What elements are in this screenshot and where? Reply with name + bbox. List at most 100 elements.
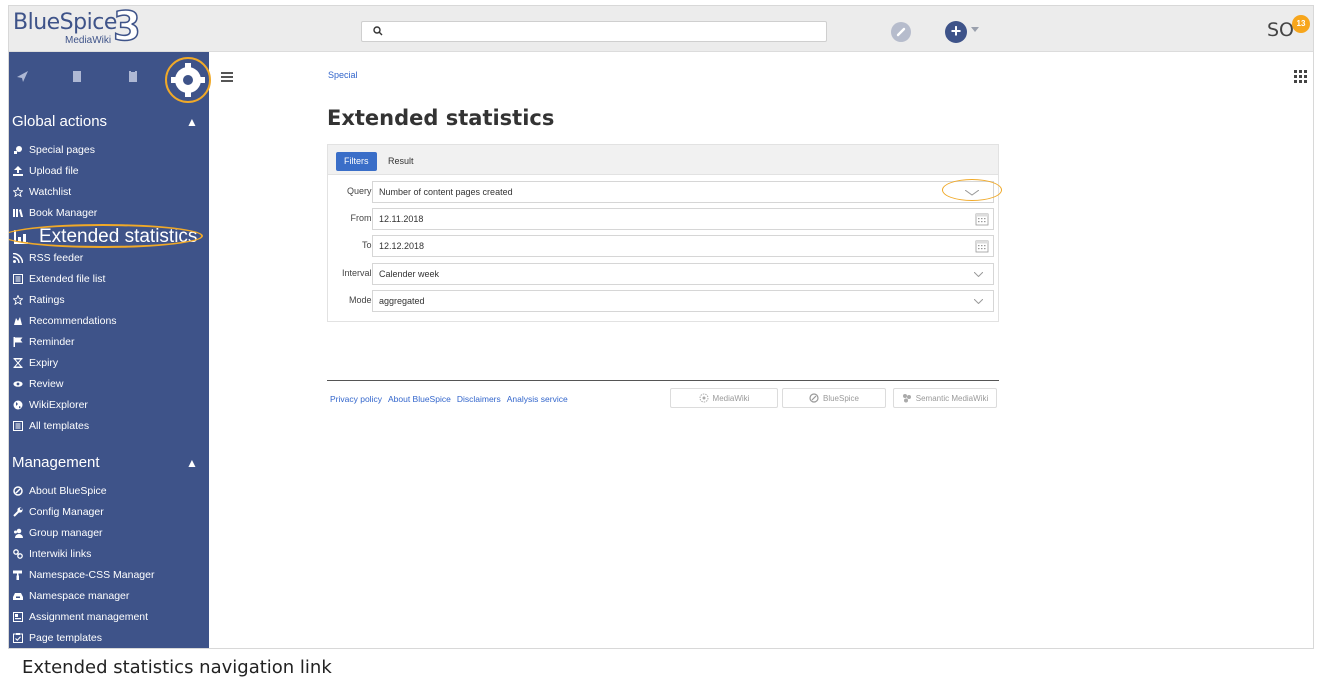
special-pages-icon bbox=[13, 145, 23, 155]
nav-rss-feeder[interactable]: RSS feeder bbox=[13, 249, 83, 267]
chevron-down-icon bbox=[974, 272, 983, 277]
query-select[interactable]: Number of content pages created bbox=[372, 181, 994, 203]
paint-roller-icon bbox=[13, 570, 23, 580]
chevron-down-icon[interactable] bbox=[971, 27, 979, 32]
calendar-icon[interactable] bbox=[975, 212, 989, 226]
chevron-up-icon[interactable]: ▲ bbox=[186, 115, 198, 129]
add-button[interactable]: + bbox=[945, 21, 967, 43]
mode-select[interactable]: aggregated bbox=[372, 290, 994, 312]
from-date-field[interactable]: 12.11.2018 bbox=[372, 208, 994, 230]
nav-all-templates[interactable]: All templates bbox=[13, 417, 89, 435]
query-value: Number of content pages created bbox=[379, 187, 513, 197]
navigation-icon[interactable] bbox=[15, 68, 31, 84]
to-value: 12.12.2018 bbox=[379, 241, 425, 251]
logo-version: 3 bbox=[112, 5, 141, 51]
nav-namespace-css-manager[interactable]: Namespace-CSS Manager bbox=[13, 566, 154, 584]
mode-row: Mode: aggregated bbox=[328, 290, 998, 312]
footer-link-analysis[interactable]: Analysis service bbox=[507, 394, 568, 404]
global-actions-heading[interactable]: Global actions bbox=[12, 113, 107, 130]
from-row: From: 12.11.2018 bbox=[328, 208, 998, 230]
gear-icon bbox=[171, 63, 205, 97]
interval-select[interactable]: Calender week bbox=[372, 263, 994, 285]
nav-upload-file[interactable]: Upload file bbox=[13, 162, 79, 180]
eye-icon bbox=[13, 379, 23, 389]
nav-label: About BlueSpice bbox=[29, 485, 107, 497]
nav-wikiexplorer[interactable]: WikiExplorer bbox=[13, 396, 88, 414]
tab-bar: Filters Result bbox=[328, 145, 998, 175]
globe-icon bbox=[13, 400, 23, 410]
thumb-icon bbox=[13, 316, 23, 326]
tab-global-actions[interactable] bbox=[165, 57, 211, 103]
star-icon bbox=[13, 187, 23, 197]
nav-watchlist[interactable]: Watchlist bbox=[13, 183, 71, 201]
nav-label: Ratings bbox=[29, 294, 65, 306]
nav-label: Reminder bbox=[29, 336, 75, 348]
chevron-up-icon[interactable]: ▲ bbox=[186, 456, 198, 470]
to-date-field[interactable]: 12.12.2018 bbox=[372, 235, 994, 257]
nav-label: Namespace manager bbox=[29, 590, 130, 602]
badge-label: MediaWiki bbox=[712, 393, 750, 403]
file-list-icon bbox=[13, 274, 23, 284]
calendar-icon[interactable] bbox=[975, 239, 989, 253]
nav-label: Expiry bbox=[29, 357, 59, 369]
nav-assignment-management[interactable]: Assignment management bbox=[13, 608, 148, 626]
nav-reminder[interactable]: Reminder bbox=[13, 333, 75, 351]
bluespice-icon bbox=[809, 393, 819, 403]
mediawiki-icon bbox=[699, 393, 709, 403]
nav-book-manager[interactable]: Book Manager bbox=[13, 204, 97, 222]
nav-namespace-manager[interactable]: Namespace manager bbox=[13, 587, 129, 605]
footer-links: Privacy policy About BlueSpice Disclaime… bbox=[330, 394, 568, 404]
menu-toggle-icon[interactable] bbox=[221, 72, 233, 82]
semantic-mediawiki-badge[interactable]: Semantic MediaWiki bbox=[893, 388, 997, 408]
bluespice-badge[interactable]: BlueSpice bbox=[782, 388, 886, 408]
rss-icon bbox=[13, 253, 23, 263]
search-input[interactable] bbox=[361, 21, 827, 42]
footer-link-disclaimers[interactable]: Disclaimers bbox=[457, 394, 501, 404]
upload-icon bbox=[13, 166, 23, 176]
nav-label: Namespace-CSS Manager bbox=[29, 569, 155, 581]
book-manager-icon bbox=[13, 208, 23, 218]
mode-label: Mode: bbox=[348, 295, 374, 305]
apps-grid-icon[interactable] bbox=[1294, 70, 1308, 84]
inbox-icon bbox=[13, 591, 23, 601]
nav-ratings[interactable]: Ratings bbox=[13, 291, 65, 309]
nav-extended-file-list[interactable]: Extended file list bbox=[13, 270, 105, 288]
nav-interwiki-links[interactable]: Interwiki links bbox=[13, 545, 91, 563]
mediawiki-badge[interactable]: MediaWiki bbox=[670, 388, 778, 408]
nav-recommendations[interactable]: Recommendations bbox=[13, 312, 117, 330]
breadcrumb[interactable]: Special bbox=[328, 70, 358, 80]
book-icon[interactable] bbox=[69, 68, 85, 84]
wrench-icon bbox=[13, 507, 23, 517]
nav-about-bluespice[interactable]: About BlueSpice bbox=[13, 482, 107, 500]
nav-label: Interwiki links bbox=[29, 548, 92, 560]
tab-filters[interactable]: Filters bbox=[336, 152, 377, 171]
nav-expiry[interactable]: Expiry bbox=[13, 354, 58, 372]
hourglass-icon bbox=[13, 358, 23, 368]
footer-link-about[interactable]: About BlueSpice bbox=[388, 394, 451, 404]
nav-config-manager[interactable]: Config Manager bbox=[13, 503, 104, 521]
nav-label: Extended file list bbox=[29, 273, 106, 285]
from-value: 12.11.2018 bbox=[379, 214, 424, 224]
highlight-oval bbox=[942, 179, 1002, 201]
footer-link-privacy[interactable]: Privacy policy bbox=[330, 394, 382, 404]
tab-result[interactable]: Result bbox=[380, 152, 422, 171]
nav-special-pages[interactable]: Special pages bbox=[13, 141, 95, 159]
nav-page-templates[interactable]: Page templates bbox=[13, 629, 102, 647]
nav-group-manager[interactable]: Group manager bbox=[13, 524, 103, 542]
badge-label: Semantic MediaWiki bbox=[915, 393, 989, 403]
logo-word: BlueSpice bbox=[13, 10, 117, 35]
badge-label: BlueSpice bbox=[822, 393, 860, 403]
edit-button[interactable] bbox=[891, 22, 911, 42]
bluespice-logo[interactable]: BlueSpice MediaWiki 3 bbox=[13, 5, 153, 51]
image-caption: Extended statistics navigation link bbox=[22, 657, 332, 678]
nav-review[interactable]: Review bbox=[13, 375, 63, 393]
assignment-icon bbox=[13, 612, 23, 622]
nav-label: Book Manager bbox=[29, 207, 98, 219]
clipboard-icon[interactable] bbox=[125, 68, 141, 84]
logo-sub: MediaWiki bbox=[65, 35, 112, 46]
management-heading[interactable]: Management bbox=[12, 454, 100, 471]
app-window: BlueSpice MediaWiki 3 + SO 13 Global act… bbox=[8, 5, 1314, 649]
user-avatar[interactable]: SO bbox=[1267, 19, 1294, 41]
notification-badge[interactable]: 13 bbox=[1292, 15, 1310, 33]
interval-label: Interval: bbox=[341, 268, 374, 278]
